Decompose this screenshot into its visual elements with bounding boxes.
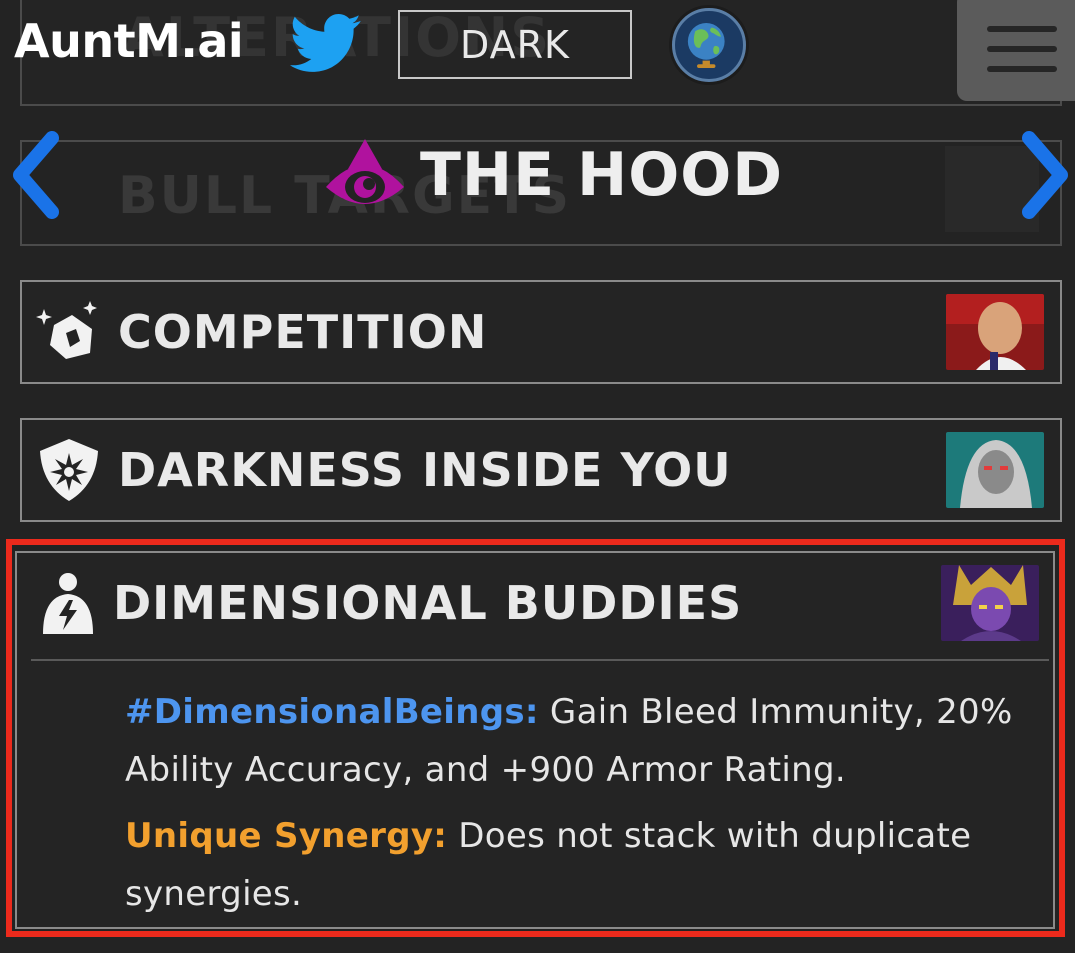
menu-bar [987,45,1057,52]
synergy-card-competition[interactable]: COMPETITION [20,280,1062,384]
character-header: THE HOOD [322,130,783,220]
synergy-tag[interactable]: #DimensionalBeings: [125,692,539,732]
torso-lightning-icon [43,573,93,634]
next-arrow-icon[interactable] [1015,130,1075,220]
synergy-card-header: DIMENSIONAL BUDDIES [17,553,1053,653]
synergy-title: COMPETITION [118,305,488,359]
synergy-title: DARKNESS INSIDE YOU [118,443,732,497]
menu-bar [987,25,1057,32]
synergy-card-darkness-inside-you[interactable]: DARKNESS INSIDE YOU [20,418,1062,522]
character-name: THE HOOD [420,140,784,210]
card-divider [31,659,1049,661]
synergy-effect-line: #DimensionalBeings: Gain Bleed Immunity,… [125,683,1025,799]
site-logo[interactable]: AuntM.ai [14,14,244,68]
synergy-card-header: COMPETITION [22,282,1060,382]
previous-arrow-icon[interactable] [6,130,66,220]
synergy-note-line: Unique Synergy: Does not stack with dupl… [125,807,1025,923]
synergy-card-dimensional-buddies[interactable]: DIMENSIONAL BUDDIES #DimensionalBeings: … [15,551,1055,929]
menu-bar [987,65,1057,72]
page: ALTERATIONS AuntM.ai DARK BULL TARGETS [0,0,1075,953]
mephisto-portrait [946,432,1044,508]
synergy-description: #DimensionalBeings: Gain Bleed Immunity,… [125,683,1025,931]
synergy-title: DIMENSIONAL BUDDIES [113,576,743,630]
mystic-eye-icon [326,139,404,204]
synergy-card-header: DARKNESS INSIDE YOU [22,420,1060,520]
shield-burst-icon [40,439,98,501]
dimensional-being-portrait [941,565,1039,641]
top-bar: AuntM.ai DARK [0,0,1075,101]
hamburger-menu-button[interactable] [957,0,1075,101]
globe-icon[interactable] [672,8,746,82]
rock-sparkle-icon [36,301,97,359]
unique-synergy-label: Unique Synergy: [125,816,448,856]
kingpin-portrait [946,294,1044,370]
theme-toggle-button[interactable]: DARK [398,10,632,79]
twitter-icon[interactable] [290,12,362,76]
